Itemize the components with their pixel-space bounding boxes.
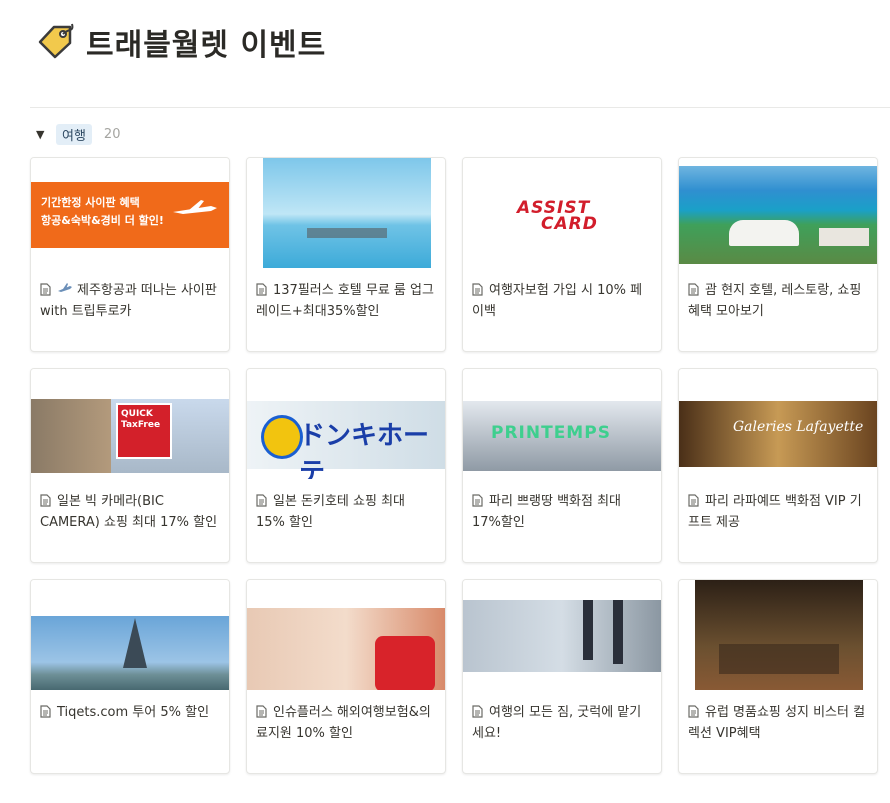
group-header: ▼ 여행 20	[36, 124, 120, 145]
card-title: 여행의 모든 짐, 굿럭에 맡기세요!	[472, 702, 651, 744]
card-title: 파리 쁘랭땅 백화점 최대 17%할인	[472, 491, 651, 533]
cover-text: QUICK TaxFree	[121, 409, 160, 431]
card-title-text: 일본 빅 카메라(BIC CAMERA) 쇼핑 최대 17% 할인	[40, 494, 218, 530]
page-icon	[256, 705, 267, 718]
cover-text-line: QUICK	[121, 409, 153, 419]
card-title-text: Tiqets.com 투어 5% 할인	[57, 705, 210, 720]
gallery-card[interactable]: QUICK TaxFree 일본 빅 카메라(BIC CAMERA) 쇼핑 최대…	[30, 368, 230, 563]
card-cover-image: ドンキホーテ	[247, 369, 445, 479]
card-title-text: 여행자보험 가입 시 10% 페이백	[472, 283, 643, 319]
card-title: 일본 빅 카메라(BIC CAMERA) 쇼핑 최대 17% 할인	[40, 491, 219, 533]
card-cover-image	[679, 158, 877, 268]
card-title-text: 일본 돈키호테 쇼핑 최대 15% 할인	[256, 494, 405, 530]
card-title-text: 괌 현지 호텔, 레스토랑, 쇼핑 혜택 모아보기	[688, 283, 862, 319]
group-label: 여행	[56, 124, 92, 145]
gallery-card[interactable]: ドンキホーテ 일본 돈키호테 쇼핑 최대 15% 할인	[246, 368, 446, 563]
page-icon	[688, 705, 699, 718]
page-icon	[472, 494, 483, 507]
card-title-text: 파리 라파예뜨 백화점 VIP 기프트 제공	[688, 494, 862, 530]
gallery-card[interactable]: 137필러스 호텔 무료 룸 업그레이드+최대35%할인	[246, 157, 446, 352]
card-title: 인슈플러스 해외여행보험&의료지원 10% 할인	[256, 702, 435, 744]
card-title: 유럽 명품쇼핑 성지 비스터 컬렉션 VIP혜택	[688, 702, 867, 744]
gallery-card[interactable]: 기간한정 사이판 혜택 항공&숙박&경비 더 할인! 제주항공과 떠나는 사이판…	[30, 157, 230, 352]
card-cover-image	[31, 580, 229, 690]
page-icon	[40, 283, 51, 296]
card-cover-image: Galeries Lafayette	[679, 369, 877, 479]
card-title-text: 여행의 모든 짐, 굿럭에 맡기세요!	[472, 705, 642, 741]
page-title: 트래블월렛 이벤트	[86, 28, 327, 63]
card-title: 일본 돈키호테 쇼핑 최대 15% 할인	[256, 491, 435, 533]
card-cover-image	[463, 580, 661, 690]
cover-text: 기간한정 사이판 혜택	[41, 196, 140, 209]
page-icon	[472, 283, 483, 296]
card-title: 괌 현지 호텔, 레스토랑, 쇼핑 혜택 모아보기	[688, 280, 867, 322]
gallery-card[interactable]: Tiqets.com 투어 5% 할인	[30, 579, 230, 774]
cover-text: Galeries Lafayette	[733, 419, 864, 435]
card-title-text: 인슈플러스 해외여행보험&의료지원 10% 할인	[256, 705, 431, 741]
page-icon	[40, 494, 51, 507]
card-title: 제주항공과 떠나는 사이판 with 트립투로카	[40, 280, 219, 322]
cover-text: CARD	[541, 214, 598, 234]
cover-text: ドンキホーテ	[299, 421, 430, 479]
page-icon	[688, 494, 699, 507]
card-title-text: 137필러스 호텔 무료 룸 업그레이드+최대35%할인	[256, 283, 434, 319]
card-title: 파리 라파예뜨 백화점 VIP 기프트 제공	[688, 491, 867, 533]
gallery-card[interactable]: ASSIST CARD 여행자보험 가입 시 10% 페이백	[462, 157, 662, 352]
card-title: Tiqets.com 투어 5% 할인	[40, 702, 219, 723]
gallery-grid: 기간한정 사이판 혜택 항공&숙박&경비 더 할인! 제주항공과 떠나는 사이판…	[30, 157, 878, 774]
card-cover-image	[679, 580, 877, 690]
card-cover-image: 기간한정 사이판 혜택 항공&숙박&경비 더 할인!	[31, 158, 229, 268]
card-cover-image: PRINTEMPS	[463, 369, 661, 479]
card-title-text: 유럽 명품쇼핑 성지 비스터 컬렉션 VIP혜택	[688, 705, 866, 741]
gallery-card[interactable]: 여행의 모든 짐, 굿럭에 맡기세요!	[462, 579, 662, 774]
page-icon	[688, 283, 699, 296]
card-cover-image	[247, 158, 445, 268]
airplane-graphic	[173, 200, 217, 214]
gallery-card[interactable]: 괌 현지 호텔, 레스토랑, 쇼핑 혜택 모아보기	[678, 157, 878, 352]
page-icon	[256, 494, 267, 507]
divider	[30, 107, 890, 108]
page-icon	[256, 283, 267, 296]
gallery-card[interactable]: PRINTEMPS 파리 쁘랭땅 백화점 최대 17%할인	[462, 368, 662, 563]
gallery-card[interactable]: 유럽 명품쇼핑 성지 비스터 컬렉션 VIP혜택	[678, 579, 878, 774]
card-title: 137필러스 호텔 무료 룸 업그레이드+최대35%할인	[256, 280, 435, 322]
collapse-toggle-icon[interactable]: ▼	[36, 128, 48, 141]
page-icon	[472, 705, 483, 718]
group-count: 20	[103, 127, 121, 142]
page-icon	[40, 705, 51, 718]
card-title-text: 파리 쁘랭땅 백화점 최대 17%할인	[472, 494, 621, 530]
gallery-card[interactable]: 인슈플러스 해외여행보험&의료지원 10% 할인	[246, 579, 446, 774]
gallery-card[interactable]: Galeries Lafayette 파리 라파예뜨 백화점 VIP 기프트 제…	[678, 368, 878, 563]
cover-text: 항공&숙박&경비 더 할인!	[41, 214, 164, 227]
cover-text: PRINTEMPS	[491, 423, 611, 443]
card-title: 여행자보험 가입 시 10% 페이백	[472, 280, 651, 322]
airplane-icon	[58, 283, 72, 292]
page-header: 트래블월렛 이벤트	[36, 20, 326, 64]
card-cover-image	[247, 580, 445, 690]
tag-icon	[38, 23, 74, 59]
card-cover-image: QUICK TaxFree	[31, 369, 229, 479]
cover-text-line: TaxFree	[121, 420, 161, 430]
card-cover-image: ASSIST CARD	[463, 158, 661, 268]
